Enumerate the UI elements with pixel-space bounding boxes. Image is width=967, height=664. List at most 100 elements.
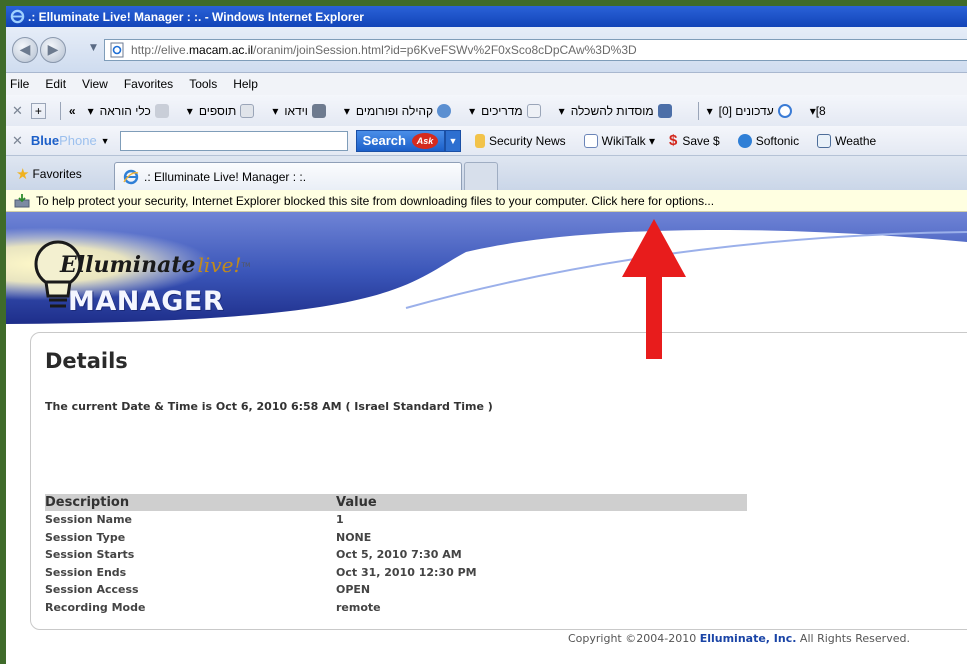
teaching-tools-button[interactable]: ▾ כלי הוראה [88, 103, 173, 118]
toolbar-overflow-text: ▾ [8 [809, 103, 826, 118]
window-title: .: Elluminate Live! Manager : :. - Windo… [28, 9, 364, 24]
page-icon [110, 42, 124, 58]
overflow-label: [8 [815, 103, 826, 118]
logo-word-elluminate: Elluminate [60, 252, 196, 278]
table-header-row: Description Value [45, 494, 747, 511]
favorites-label: Favorites [32, 167, 82, 181]
table-row: Session Type NONE [45, 529, 747, 547]
url-path: /oranim/joinSession.html?id=p6KveFSWv%2F… [253, 43, 637, 57]
page-content: Elluminate live!TM MANAGER Details The cu… [6, 212, 967, 664]
address-row: ◀ ▶ ▼ http://elive. macam.ac.il/oranim/jo… [6, 27, 967, 73]
search-input[interactable] [119, 130, 348, 151]
save-label: Save $ [682, 133, 720, 148]
copyright: Copyright ©2004-2010 Elluminate, Inc. Al… [568, 632, 910, 645]
updates-label: עדכונים [0] [718, 103, 774, 118]
current-datetime: The current Date & Time is Oct 6, 2010 6… [45, 400, 493, 413]
close-toolbar-icon[interactable]: ✕ [12, 133, 23, 149]
film-icon [311, 103, 326, 118]
save-button[interactable]: $ Save $ [669, 132, 720, 149]
elluminate-logo: Elluminate live!TM MANAGER [30, 238, 270, 318]
weather-button[interactable]: Weathe [813, 133, 877, 148]
document-icon [526, 103, 541, 118]
add-button[interactable]: + [30, 102, 46, 119]
row-value: OPEN [336, 583, 371, 597]
row-label: Session Starts [45, 548, 135, 562]
column-header-value: Value [336, 494, 747, 511]
ask-logo: Ask [411, 132, 438, 149]
logo-dropdown-icon[interactable]: ▼ [101, 136, 110, 146]
graduation-cap-icon [657, 103, 672, 118]
bluephone-toolbar: ✕ BluePhone ▼ Search Ask ▼ Security News … [6, 126, 967, 155]
page-title: Details [45, 349, 128, 373]
new-tab-button[interactable] [464, 162, 498, 191]
search-label: Search [362, 133, 406, 148]
community-button[interactable]: ▾ קהילה ופורומים [344, 103, 455, 118]
address-bar[interactable]: http://elive. macam.ac.il/oranim/joinSess… [104, 39, 967, 61]
menu-view[interactable]: View [82, 77, 108, 91]
search-dropdown-icon[interactable]: ▼ [444, 129, 461, 152]
row-label: Session Type [45, 530, 126, 544]
menu-bar: File Edit View Favorites Tools Help [6, 73, 967, 95]
hand-icon [474, 133, 485, 148]
url-domain: macam.ac.il [189, 43, 254, 57]
back-button[interactable]: ◀ [12, 37, 38, 63]
menu-tools[interactable]: Tools [189, 77, 217, 91]
security-news-label: Security News [488, 133, 566, 148]
logo-tm: TM [241, 262, 251, 269]
history-dropdown-icon[interactable]: ▼ [90, 43, 97, 53]
addons-label: תוספים [198, 103, 237, 118]
menu-favorites[interactable]: Favorites [124, 77, 173, 91]
ie-tab-icon [123, 169, 139, 185]
softonic-icon [737, 133, 752, 148]
softonic-button[interactable]: Softonic [734, 133, 799, 148]
tab-title: .: Elluminate Live! Manager : :. [144, 170, 307, 184]
mouse-icon [154, 103, 169, 118]
updates-button[interactable]: ▾ עדכונים [0] [707, 103, 796, 118]
column-header-description: Description [45, 494, 336, 511]
guides-button[interactable]: ▾ מדריכים [469, 103, 545, 118]
menu-edit[interactable]: Edit [45, 77, 66, 91]
weather-icon [817, 133, 832, 148]
ie-icon [10, 9, 25, 24]
chat-icon [583, 133, 598, 148]
copyright-prefix: Copyright ©2004-2010 [568, 632, 700, 645]
download-blocked-icon [14, 193, 30, 207]
institutions-label: מוסדות להשכלה [570, 103, 654, 118]
copyright-brand-link[interactable]: Elluminate, Inc. [700, 632, 797, 645]
red-arrow-annotation [622, 219, 686, 359]
clock-icon [777, 103, 792, 118]
addons-button[interactable]: ▾ תוספים [187, 103, 259, 118]
menu-help[interactable]: Help [233, 77, 258, 91]
bluephone-logo[interactable]: BluePhone [31, 133, 97, 148]
row-label: Recording Mode [45, 600, 146, 614]
title-bar: .: Elluminate Live! Manager : :. - Windo… [6, 6, 967, 27]
table-row: Session Ends Oct 31, 2010 12:30 PM [45, 564, 747, 582]
dollar-icon: $ [669, 132, 678, 149]
logo-main: Blue [30, 133, 60, 148]
video-label: וידאו [284, 103, 308, 118]
details-panel: Details The current Date & Time is Oct 6… [30, 332, 967, 630]
row-label: Session Name [45, 513, 133, 527]
logo-word-manager: MANAGER [68, 286, 225, 317]
puzzle-icon [240, 103, 255, 118]
community-label: קהילה ופורומים [355, 103, 434, 118]
video-button[interactable]: ▾ וידאו [272, 103, 330, 118]
search-button[interactable]: Search Ask [355, 129, 445, 152]
weather-label: Weathe [835, 133, 877, 148]
toolbar-separator [59, 101, 61, 120]
overflow-chevron[interactable]: « [69, 104, 76, 118]
security-news-button[interactable]: Security News [471, 133, 566, 148]
url-prefix: http://elive. [131, 43, 190, 57]
favorites-button[interactable]: ★ Favorites [16, 165, 82, 183]
security-info-bar[interactable]: To help protect your security, Internet … [6, 190, 967, 212]
institutions-button[interactable]: ▾ מוסדות להשכלה [559, 103, 676, 118]
forward-button[interactable]: ▶ [40, 37, 66, 63]
row-value: remote [336, 600, 381, 614]
hebrew-toolbar: ✕ + « ▾ כלי הוראה ▾ תוספים ▾ וידאו ▾ קהילה ו… [6, 95, 967, 126]
menu-file[interactable]: File [10, 77, 29, 91]
guides-label: מדריכים [481, 103, 523, 118]
table-row: Session Starts Oct 5, 2010 7:30 AM [45, 546, 747, 564]
wikitalk-button[interactable]: WikiTalk ▾ [580, 133, 655, 148]
tab-active[interactable]: .: Elluminate Live! Manager : :. [114, 162, 462, 191]
close-toolbar-icon[interactable]: ✕ [12, 103, 23, 119]
